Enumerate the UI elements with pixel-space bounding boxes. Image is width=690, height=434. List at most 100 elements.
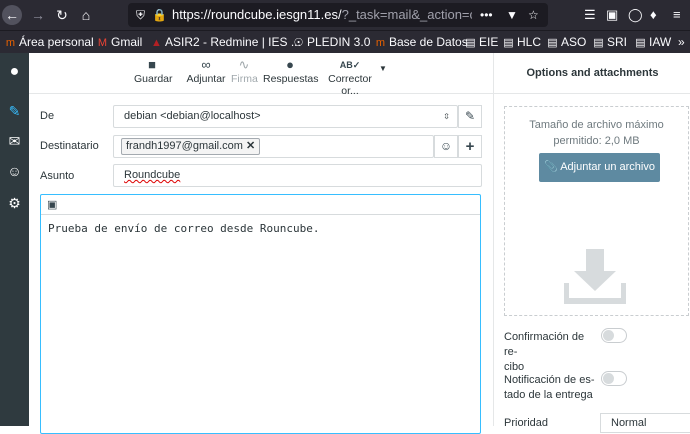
more-icon[interactable]: ••• [480,6,493,24]
bookmarks-bar: m Área personal M Gmail ▲ ASIR2 - Redmine |… [0,30,690,53]
download-icon [564,249,626,304]
reload-icon[interactable]: ↻ [52,5,72,25]
recipient-email: frandh1997@gmail.com [126,140,243,152]
bookmark-label: Gmail [111,35,143,49]
to-input[interactable]: frandh1997@gmail.com ✕ [113,135,434,158]
roundcube-logo-icon[interactable]: ● [0,61,29,83]
subject-label: Asunto [40,170,75,182]
comment-icon: ● [286,57,294,72]
subject-input[interactable]: Roundcube [113,164,482,187]
address-bar[interactable]: ⛨ 🔒 https://roundcube.iesgn11.es/?_task=… [128,3,548,27]
url-text[interactable]: https://roundcube.iesgn11.es/?_task=mail… [172,7,472,22]
bookmark-folder[interactable]: ▤ HLC [502,34,541,50]
priority-value: Normal [611,417,647,429]
message-body[interactable]: Prueba de envío de correo desde Rouncube… [48,222,320,235]
bookmark-label: Área personal [19,35,94,49]
folder-icon: ▤ [503,37,514,49]
bookmark-label: HLC [517,35,542,49]
max-size-info: Tamaño de archivo máximo permitido: 2,0 … [505,117,688,149]
spellcheck-label: Corrector or... [328,73,372,97]
library-icon[interactable]: ☰ [584,6,596,24]
back-icon[interactable]: ← [2,5,22,25]
contacts-icon[interactable]: ☺ [0,160,29,182]
bookmark-label: PLEDIN 3.0 [307,35,371,49]
attach-file-button[interactable]: 📎 Adjuntar un archivo [539,153,660,182]
url-host: https://roundcube.iesgn11.es/ [172,7,342,22]
compose-icon[interactable]: ✎ [0,100,29,122]
bookmark-folder[interactable]: ▤ EIE [464,34,498,50]
home-icon[interactable]: ⌂ [76,5,96,25]
return-receipt-toggle[interactable] [601,328,627,343]
to-label: Destinatario [40,140,99,152]
bookmark-label: EIE [479,35,499,49]
globe-icon: ☉ [293,37,304,49]
paperclip-icon: 📎 [544,161,561,173]
folder-icon: ▤ [593,37,604,49]
app-sidebar: ● ✎ ✉ ☺ ⚙ [0,53,29,426]
account-icon[interactable]: ◯ [628,6,643,24]
folder-icon: ▤ [547,37,558,49]
image-icon[interactable]: ▣ [47,198,57,211]
bookmark-label: SRI [607,35,628,49]
forward-icon[interactable]: → [28,5,48,25]
bookmark-label: ASO [561,35,587,49]
recipient-chip[interactable]: frandh1997@gmail.com ✕ [121,138,261,155]
gmail-icon: M [97,37,108,49]
from-value: debian <debian@localhost> [124,110,261,122]
bookmark-item[interactable]: ▲ ASIR2 - Redmine | IES ... [150,34,301,50]
attachment-dropzone[interactable]: Tamaño de archivo máximo permitido: 2,0 … [504,106,689,316]
subject-value: Roundcube [124,169,181,181]
lock-icon[interactable]: 🔒 [152,6,167,24]
shield-icon[interactable]: ⛨ [136,6,145,24]
redmine-icon: ▲ [151,37,162,49]
delivery-line-1: Notificación de es- [504,374,595,386]
message-editor[interactable]: ▣ Prueba de envío de correo desde Rouncu… [40,194,481,434]
signature-icon: ∿ [238,57,250,72]
max-size-line-2: permitido: 2,0 MB [553,135,640,147]
compose-toolbar: ■ Guardar ∞ Adjuntar ∿ Firma ● Respuestas AB… [29,53,493,97]
bookmark-label: IAW [649,35,672,49]
spellcheck-dropdown-icon[interactable]: ▼ [379,64,387,73]
edit-identity-button[interactable]: ✎ [458,105,482,128]
select-arrows-icon: ⇳ [443,112,450,121]
return-receipt-label: Confirmación de re-cibo [504,330,599,375]
attach-button[interactable]: ∞ Adjuntar [186,57,226,85]
delivery-status-toggle[interactable] [601,371,627,386]
mail-icon[interactable]: ✉ [0,130,29,152]
add-contact-button[interactable]: ☺ [434,135,458,158]
bookmark-folder[interactable]: ▤ SRI [592,34,627,50]
options-panel: Options and attachments Tamaño de archiv… [493,53,690,433]
menu-icon[interactable]: ≡ [673,6,681,24]
folder-icon: ▤ [635,37,646,49]
bookmark-item[interactable]: m Base de Datos [374,34,468,50]
sidebar-icon[interactable]: ▣ [606,6,618,24]
save-label: Guardar [134,73,173,85]
attach-label: Adjuntar [186,73,226,85]
bookmark-item[interactable]: M Gmail [96,34,142,50]
pocket-icon[interactable]: ▼ [506,6,518,24]
responses-label: Respuestas [263,73,319,85]
priority-label: Prioridad [504,417,549,429]
moodle-icon: m [5,37,16,49]
bookmarks-overflow-icon[interactable]: » [678,34,685,50]
priority-select[interactable]: Normal [600,413,690,433]
bookmark-folder[interactable]: ▤ ASO [546,34,586,50]
save-button[interactable]: ■ Guardar [134,57,173,85]
bookmark-item[interactable]: ☉ PLEDIN 3.0 [292,34,371,50]
signature-button[interactable]: ∿ Firma [231,57,258,85]
add-header-button[interactable]: + [458,135,482,158]
responses-button[interactable]: ● Respuestas [263,57,319,85]
spellcheck-button[interactable]: AB✓ Corrector or... [321,57,379,97]
bookmark-folder[interactable]: ▤ IAW [634,34,671,50]
bookmark-star-icon[interactable]: ☆ [528,6,539,24]
from-select[interactable]: debian <debian@localhost> ⇳ [113,105,458,128]
extension-icon[interactable]: ♦ [650,6,657,24]
users-icon: ☺ [439,139,453,153]
delivery-status-label: Notificación de es-tado de la entrega [504,373,599,403]
bookmark-item[interactable]: m Área personal [4,34,94,50]
settings-gear-icon[interactable]: ⚙ [0,192,29,214]
attach-file-label: Adjuntar un archivo [560,161,655,173]
browser-toolbar: ← → ↻ ⌂ ⛨ 🔒 https://roundcube.iesgn11.es… [0,0,690,30]
remove-recipient-icon[interactable]: ✕ [246,140,255,152]
paperclip-icon: ∞ [201,57,211,72]
